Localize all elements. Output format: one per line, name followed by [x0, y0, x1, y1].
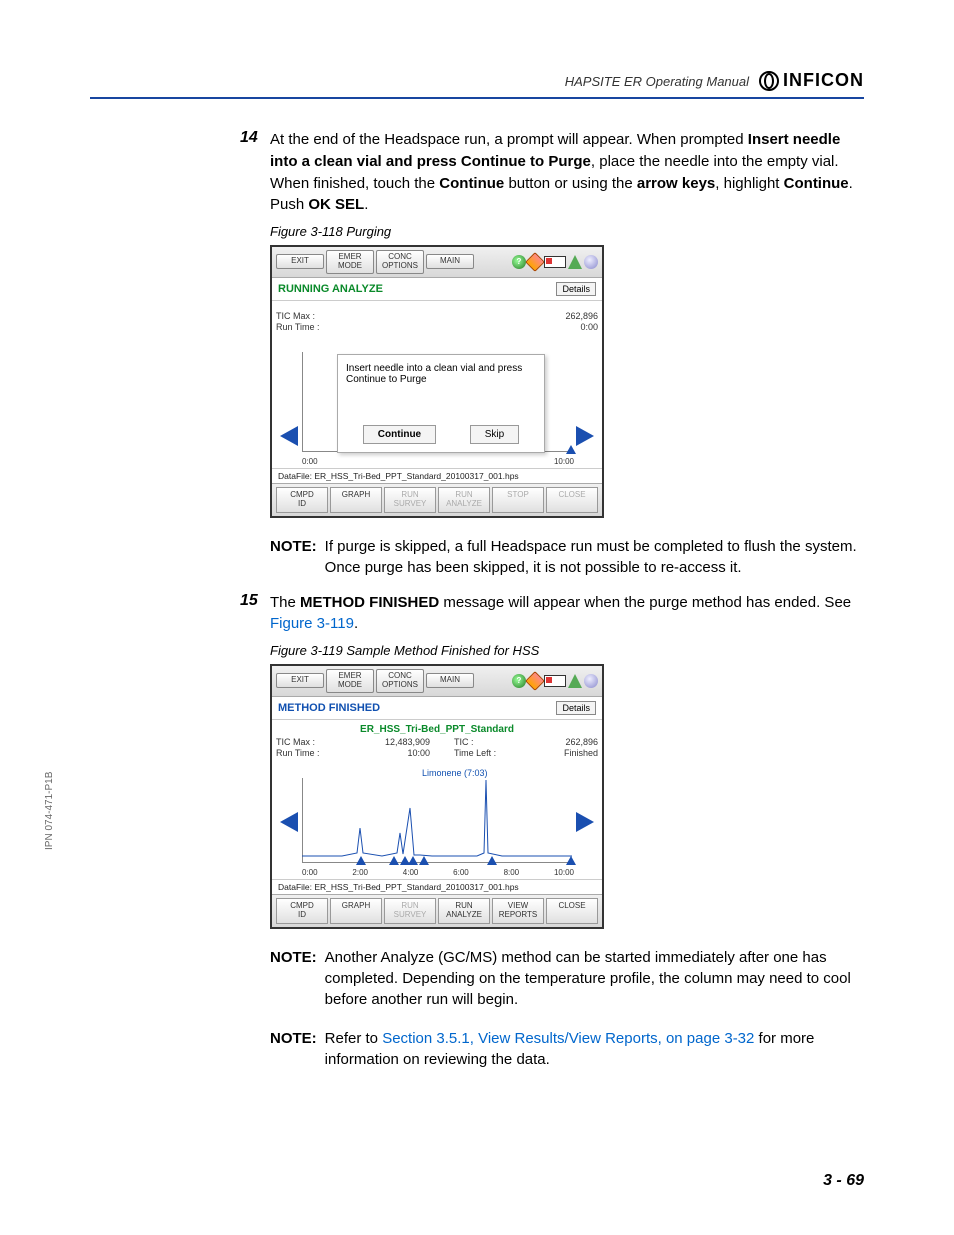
graph-button[interactable]: GRAPH — [330, 487, 382, 513]
time-left-label: Time Left : — [454, 748, 514, 760]
status-triangle-icon — [568, 255, 582, 269]
tic-max-label: TIC Max : — [276, 737, 336, 749]
axis-tick: 10:00 — [554, 457, 574, 466]
brand-logo: INFICON — [759, 70, 864, 91]
side-part-number: IPN 074-471-P1B — [44, 772, 55, 850]
help-icon[interactable]: ? — [512, 255, 526, 269]
info-icon[interactable] — [525, 252, 545, 272]
tic-max-label: TIC Max : — [276, 311, 320, 323]
conc-options-button[interactable]: CONC OPTIONS — [376, 669, 424, 693]
peak-label: Limonene (7:03) — [422, 768, 488, 778]
tic-value: 262,896 — [538, 737, 598, 749]
axis-tick: 10:00 — [554, 868, 574, 877]
top-toolbar: EXIT EMER MODE CONC OPTIONS MAIN ? — [272, 247, 602, 278]
status-triangle-icon — [568, 674, 582, 688]
axis-tick: 6:00 — [453, 868, 469, 877]
axis-tick: 0:00 — [302, 868, 318, 877]
axis-tick: 2:00 — [352, 868, 368, 877]
exit-button[interactable]: EXIT — [276, 254, 324, 269]
prompt-message: Insert needle into a clean vial and pres… — [346, 363, 536, 385]
details-button[interactable]: Details — [556, 282, 596, 296]
scroll-left-icon[interactable] — [280, 426, 298, 446]
tic-max-value: 12,483,909 — [360, 737, 430, 749]
figure-link[interactable]: Figure 3-119 — [270, 615, 354, 632]
screenshot-purging: EXIT EMER MODE CONC OPTIONS MAIN ? RUNNI… — [270, 245, 604, 518]
note-another-analyze: NOTE: Another Analyze (GC/MS) method can… — [270, 947, 864, 1010]
note-purge-skip: NOTE: If purge is skipped, a full Headsp… — [270, 536, 864, 578]
method-name: ER_HSS_Tri-Bed_PPT_Standard — [272, 724, 602, 735]
step-number: 14 — [240, 129, 270, 216]
doc-title: HAPSITE ER Operating Manual — [565, 74, 749, 91]
globe-status-icon — [584, 255, 598, 269]
figure-caption-118: Figure 3-118 Purging — [270, 224, 864, 239]
figure-caption-119: Figure 3-119 Sample Method Finished for … — [270, 643, 864, 658]
view-reports-button[interactable]: VIEW REPORTS — [492, 898, 544, 924]
status-label: METHOD FINISHED — [278, 702, 380, 714]
close-button: CLOSE — [546, 487, 598, 513]
screenshot-method-finished: EXIT EMER MODE CONC OPTIONS MAIN ? METHO… — [270, 664, 604, 929]
step-14: 14 At the end of the Headspace run, a pr… — [240, 129, 864, 216]
graph-button[interactable]: GRAPH — [330, 898, 382, 924]
tic-label: TIC : — [454, 737, 514, 749]
scroll-right-icon[interactable] — [576, 426, 594, 446]
top-toolbar: EXIT EMER MODE CONC OPTIONS MAIN ? — [272, 666, 602, 697]
run-time-value: 0:00 — [565, 322, 598, 334]
scroll-left-icon[interactable] — [280, 812, 298, 832]
emer-mode-button[interactable]: EMER MODE — [326, 669, 374, 693]
note-refer-section: NOTE: Refer to Section 3.5.1, View Resul… — [270, 1028, 864, 1070]
status-label: RUNNING ANALYZE — [278, 283, 383, 295]
emer-mode-button[interactable]: EMER MODE — [326, 250, 374, 274]
run-analyze-button: RUN ANALYZE — [438, 487, 490, 513]
datafile-label: DataFile: ER_HSS_Tri-Bed_PPT_Standard_20… — [272, 468, 602, 483]
scroll-right-icon[interactable] — [576, 812, 594, 832]
info-icon[interactable] — [525, 671, 545, 691]
main-button[interactable]: MAIN — [426, 254, 474, 269]
axis-tick: 8:00 — [504, 868, 520, 877]
run-time-value: 10:00 — [360, 748, 430, 760]
main-button[interactable]: MAIN — [426, 673, 474, 688]
axis-tick: 4:00 — [403, 868, 419, 877]
run-survey-button: RUN SURVEY — [384, 487, 436, 513]
close-button[interactable]: CLOSE — [546, 898, 598, 924]
cmpd-id-button[interactable]: CMPD ID — [276, 898, 328, 924]
globe-status-icon — [584, 674, 598, 688]
run-analyze-button[interactable]: RUN ANALYZE — [438, 898, 490, 924]
run-time-label: Run Time : — [276, 748, 336, 760]
page-number: 3 - 69 — [823, 1172, 864, 1190]
globe-icon — [759, 71, 779, 91]
tic-max-value: 262,896 — [565, 311, 598, 323]
exit-button[interactable]: EXIT — [276, 673, 324, 688]
cmpd-id-button[interactable]: CMPD ID — [276, 487, 328, 513]
datafile-label: DataFile: ER_HSS_Tri-Bed_PPT_Standard_20… — [272, 879, 602, 894]
section-link[interactable]: Section 3.5.1, View Results/View Reports… — [382, 1030, 754, 1047]
run-survey-button: RUN SURVEY — [384, 898, 436, 924]
step-number: 15 — [240, 592, 270, 636]
axis-tick: 0:00 — [302, 457, 318, 466]
run-time-label: Run Time : — [276, 322, 320, 334]
help-icon[interactable]: ? — [512, 674, 526, 688]
time-left-value: Finished — [538, 748, 598, 760]
stop-button: STOP — [492, 487, 544, 513]
battery-icon — [544, 256, 566, 268]
conc-options-button[interactable]: CONC OPTIONS — [376, 250, 424, 274]
battery-icon — [544, 675, 566, 687]
page-header: HAPSITE ER Operating Manual INFICON — [90, 70, 864, 99]
details-button[interactable]: Details — [556, 701, 596, 715]
step-15: 15 The METHOD FINISHED message will appe… — [240, 592, 864, 636]
